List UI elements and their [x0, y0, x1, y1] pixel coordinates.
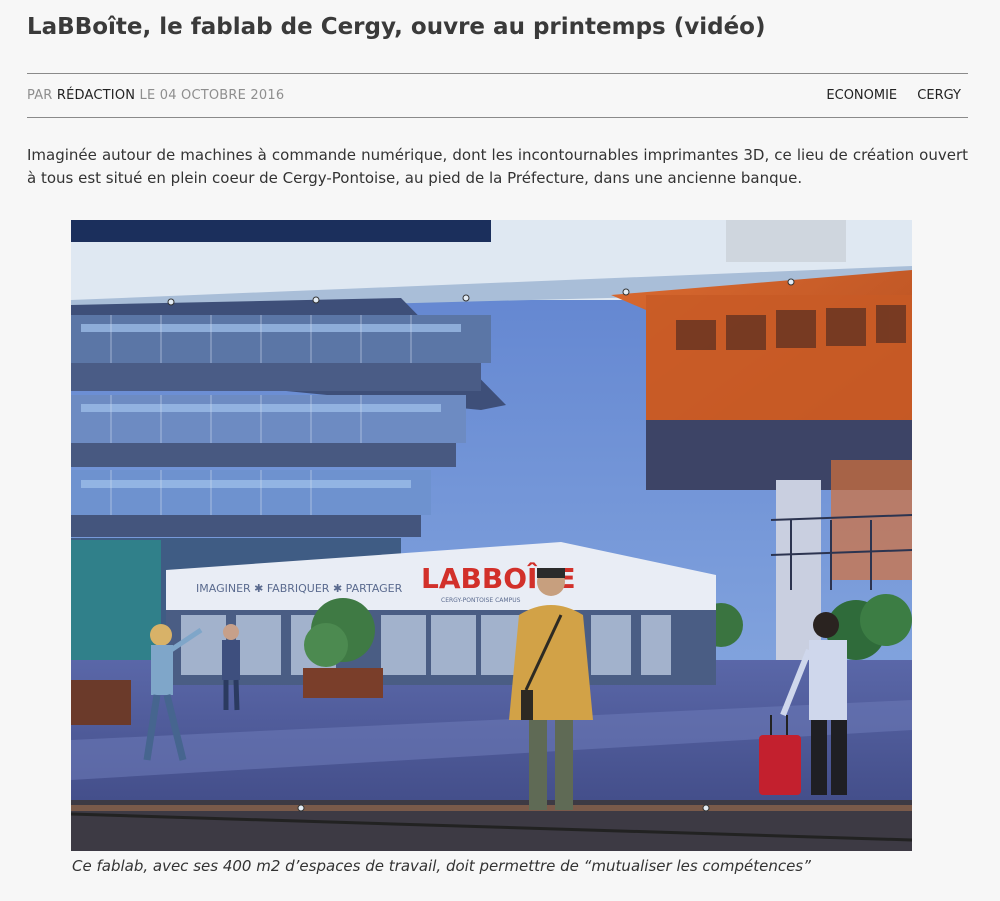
author-link[interactable]: RÉDACTION: [57, 88, 135, 103]
article-meta: PAR RÉDACTION LE 04 OCTOBRE 2016: [27, 88, 284, 103]
meta-by-prefix: PAR: [27, 88, 53, 103]
category-link-cergy[interactable]: CERGY: [917, 88, 961, 103]
article-title: LaBBoîte, le fablab de Cergy, ouvre au p…: [27, 14, 766, 40]
sign-subtitle: CERGY-PONTOISE CAMPUS: [441, 597, 521, 604]
meta-bottom-divider: [27, 117, 968, 118]
meta-top-divider: [27, 73, 968, 74]
sign-slogan: IMAGINER ✱ FABRIQUER ✱ PARTAGER: [196, 582, 403, 595]
meta-date-prefix: LE: [139, 88, 156, 103]
article-categories: ECONOMIE CERGY: [810, 88, 961, 103]
category-link-economie[interactable]: ECONOMIE: [826, 88, 897, 103]
article-photo: LABBOÎTE IMAGINER ✱ FABRIQUER ✱ PARTAGER…: [71, 220, 912, 851]
article-intro: Imaginée autour de machines à commande n…: [27, 146, 968, 187]
photo-caption: Ce fablab, avec ses 400 m2 d’espaces de …: [72, 857, 811, 875]
publish-date: 04 OCTOBRE 2016: [159, 88, 285, 103]
article-page: LaBBoîte, le fablab de Cergy, ouvre au p…: [0, 0, 1000, 901]
